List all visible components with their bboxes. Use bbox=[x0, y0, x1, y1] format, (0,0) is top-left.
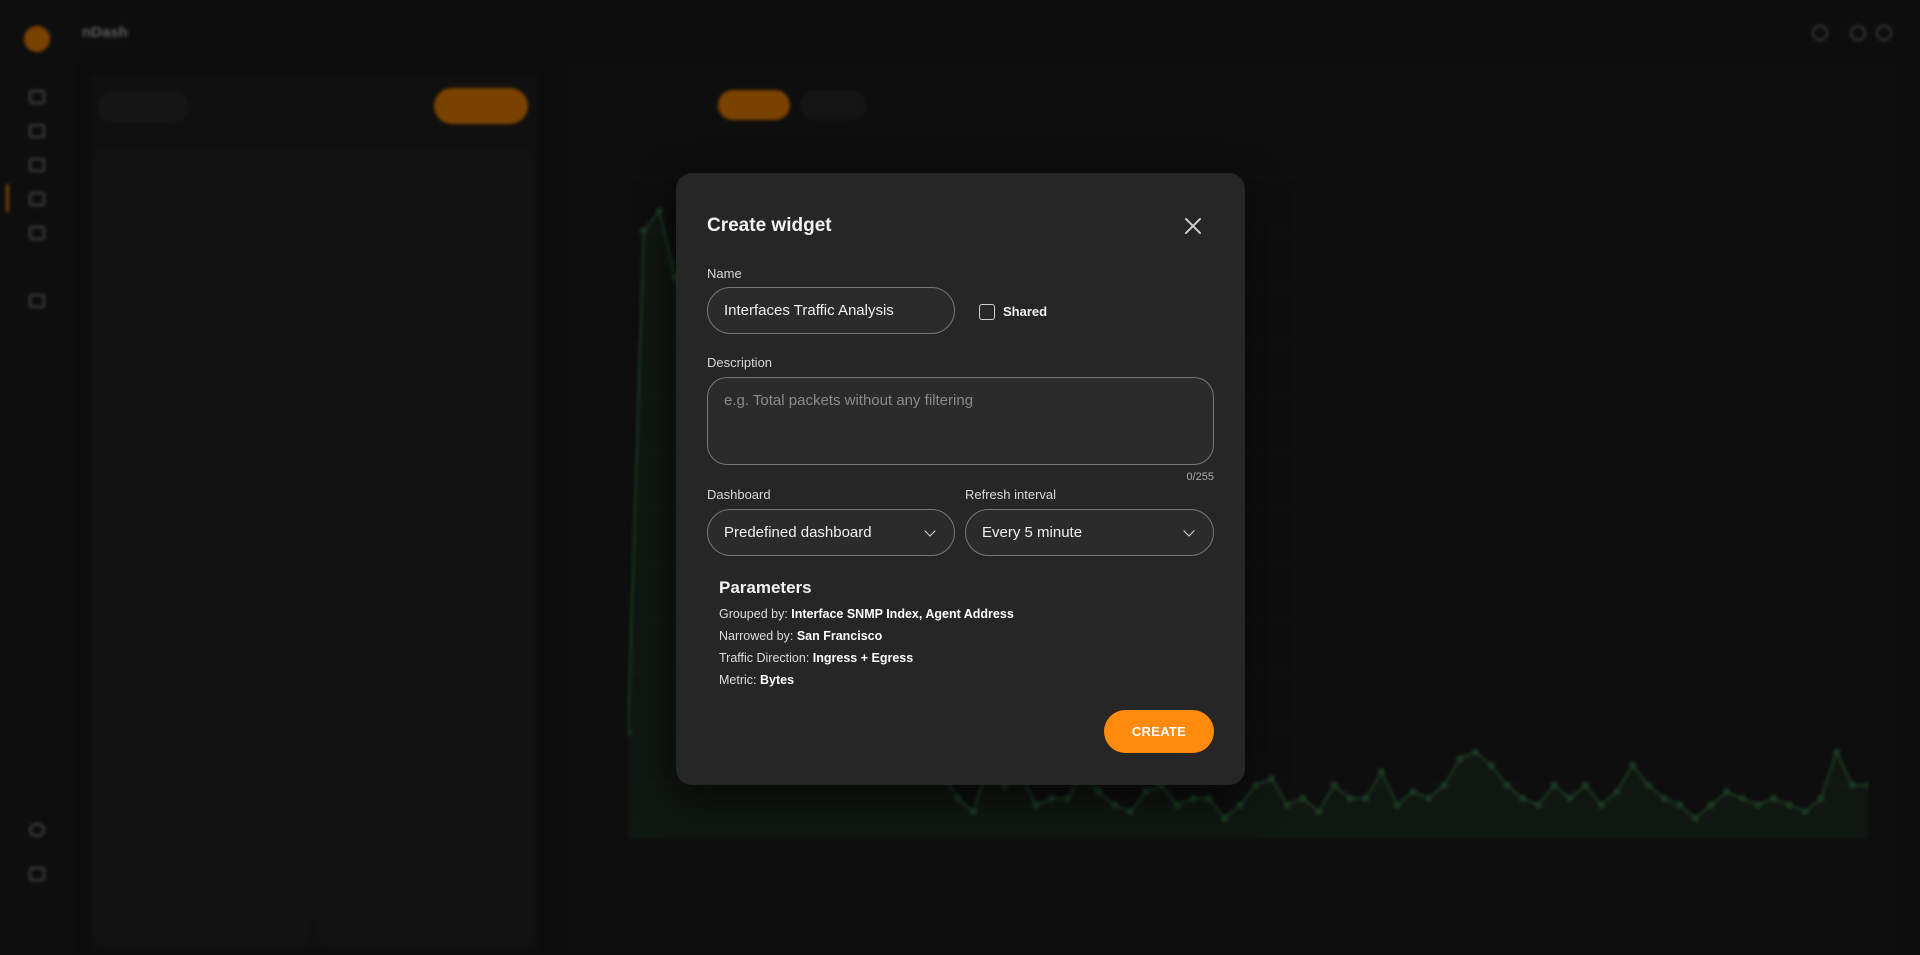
refresh-interval-select[interactable]: Every 5 minute bbox=[965, 509, 1214, 556]
shared-label: Shared bbox=[1003, 304, 1048, 319]
param-narrowed-by: Narrowed by: San Francisco bbox=[719, 629, 883, 643]
description-char-counter: 0/255 bbox=[1186, 471, 1214, 483]
param-metric: Metric: Bytes bbox=[719, 673, 795, 687]
shared-checkbox[interactable] bbox=[979, 304, 995, 320]
close-icon[interactable] bbox=[1183, 216, 1203, 236]
description-input[interactable] bbox=[707, 377, 1214, 465]
parameters-heading: Parameters bbox=[719, 578, 812, 597]
dashboard-select[interactable]: Predefined dashboard bbox=[707, 509, 955, 556]
name-input[interactable] bbox=[707, 287, 955, 334]
name-label: Name bbox=[707, 266, 742, 281]
param-traffic-direction: Traffic Direction: Ingress + Egress bbox=[719, 651, 914, 665]
chevron-down-icon bbox=[1183, 525, 1195, 537]
dialog-title: Create widget bbox=[707, 215, 832, 236]
param-grouped-by: Grouped by: Interface SNMP Index, Agent … bbox=[719, 607, 1014, 621]
create-widget-dialog: Create widget Name Shared Description 0/… bbox=[676, 173, 1245, 785]
refresh-interval-label: Refresh interval bbox=[965, 487, 1057, 502]
description-label: Description bbox=[707, 355, 773, 370]
create-button[interactable]: CREATE bbox=[1104, 710, 1214, 753]
refresh-interval-selected-value: Every 5 minute bbox=[982, 524, 1083, 541]
dashboard-label: Dashboard bbox=[707, 487, 771, 502]
chevron-down-icon bbox=[924, 525, 936, 537]
dashboard-selected-value: Predefined dashboard bbox=[724, 524, 872, 541]
